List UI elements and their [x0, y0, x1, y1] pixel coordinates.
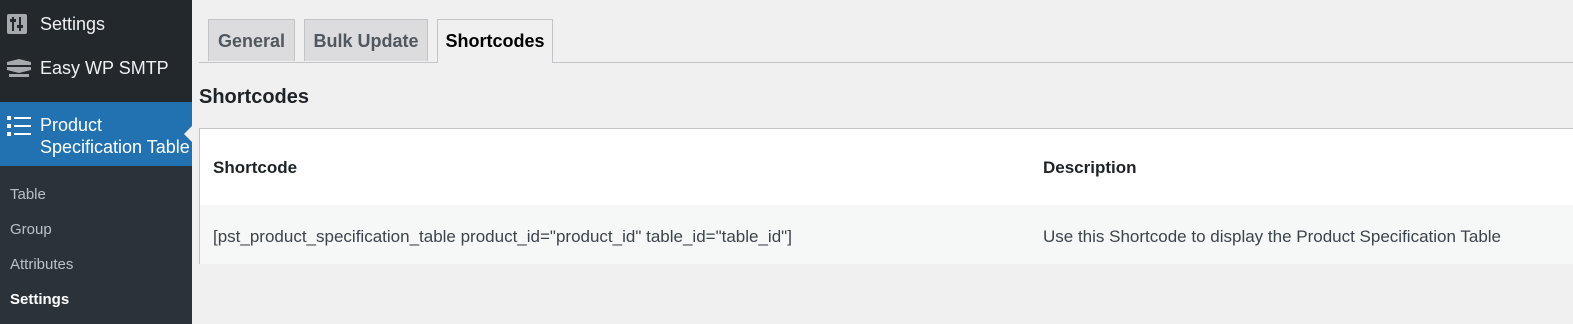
sidebar-item-label: Product Specification Table [40, 114, 190, 158]
page-title: Shortcodes [199, 86, 310, 108]
shortcodes-table: Shortcode Description [pst_product_speci… [199, 128, 1573, 264]
tab-bulk-update[interactable]: Bulk Update [304, 19, 428, 61]
submenu-item-attributes[interactable]: Attributes [10, 256, 73, 273]
sidebar-item-product-specification-table[interactable]: Product Specification Table [0, 102, 192, 166]
sidebar-item-label-line2: Specification Table [40, 137, 190, 157]
sidebar-item-label: Settings [40, 14, 106, 34]
list-icon [6, 114, 31, 136]
tab-general[interactable]: General [208, 19, 295, 61]
table-header-row: Shortcode Description [200, 129, 1573, 206]
sidebar-submenu: Table Group Attributes Settings [0, 166, 192, 324]
sidebar-item-settings[interactable]: Settings [0, 10, 192, 40]
submenu-item-table[interactable]: Table [10, 186, 46, 203]
description-cell: Use this Shortcode to display the Produc… [1043, 227, 1502, 246]
column-header-shortcode: Shortcode [213, 158, 298, 177]
tab-shortcodes[interactable]: Shortcodes [437, 19, 553, 63]
admin-sidebar: Settings Easy WP SMTP Product Specificat… [0, 0, 192, 324]
current-menu-arrow [184, 126, 192, 142]
sidebar-item-easy-wp-smtp[interactable]: Easy WP SMTP [0, 54, 192, 84]
nav-tab-wrapper: General Bulk Update Shortcodes [199, 0, 1573, 63]
settings-sliders-icon [6, 13, 30, 35]
column-header-description: Description [1043, 158, 1137, 177]
envelope-tray-icon [6, 58, 31, 80]
submenu-item-settings[interactable]: Settings [10, 291, 69, 308]
submenu-item-group[interactable]: Group [10, 221, 52, 238]
sidebar-item-label-line1: Product [40, 115, 103, 135]
table-row: [pst_product_specification_table product… [200, 205, 1573, 264]
shortcode-cell[interactable]: [pst_product_specification_table product… [213, 227, 792, 247]
sidebar-item-label: Easy WP SMTP [40, 58, 169, 78]
